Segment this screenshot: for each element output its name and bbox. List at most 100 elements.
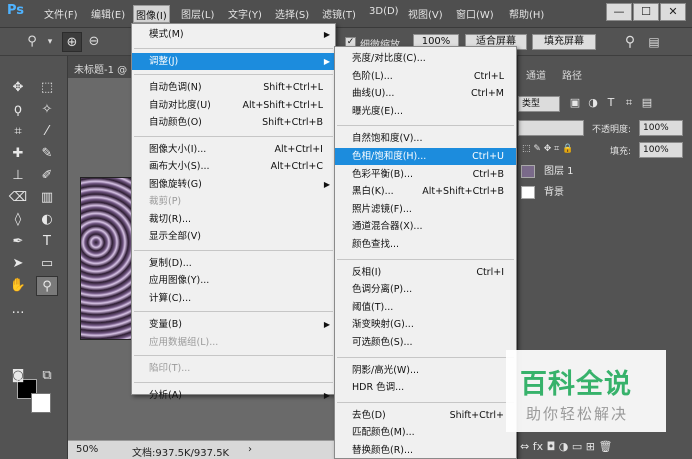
menu-8[interactable]: 视图(V): [406, 6, 445, 22]
image-menu-item-8[interactable]: 图像大小(I)... Alt+Ctrl+I: [132, 141, 335, 158]
chevron-down-icon[interactable]: ▾: [40, 32, 60, 52]
background-color-swatch[interactable]: [31, 393, 51, 413]
type-tool-icon[interactable]: T: [36, 232, 58, 252]
adjust-menu-item-13[interactable]: 反相(I) Ctrl+I: [335, 264, 516, 281]
lasso-tool-icon[interactable]: ϙ: [7, 100, 29, 120]
image-menu-item-6[interactable]: 自动颜色(O) Shift+Ctrl+B: [132, 114, 335, 131]
adjust-menu-item-11[interactable]: 颜色查找...: [335, 236, 516, 253]
blend-mode-select[interactable]: [518, 120, 584, 136]
image-menu-item-13[interactable]: 显示全部(V): [132, 228, 335, 245]
more-tools-icon[interactable]: …: [7, 300, 29, 320]
adjust-menu-item-3[interactable]: 曝光度(E)...: [335, 103, 516, 120]
quick-mask-icon[interactable]: ◙: [7, 366, 29, 386]
adjust-menu-item-23[interactable]: 匹配颜色(M)...: [335, 424, 516, 441]
menu-2[interactable]: 图像(I): [133, 5, 170, 23]
image-menu-item-0[interactable]: 模式(M) ▶: [132, 26, 335, 43]
menu-6[interactable]: 滤镜(T): [320, 6, 358, 22]
menu-1[interactable]: 编辑(E): [89, 6, 127, 22]
maximize-button[interactable]: ☐: [633, 3, 659, 21]
layer-row-1[interactable]: 图层 1: [518, 162, 692, 181]
fill-screen-button[interactable]: 填充屏幕: [532, 34, 596, 50]
adjust-menu-item-22[interactable]: 去色(D) Shift+Ctrl+: [335, 407, 516, 424]
fill-input[interactable]: 100%: [639, 142, 683, 158]
brush-tool-icon[interactable]: ✎: [36, 144, 58, 164]
image-menu-item-12[interactable]: 裁切(R)...: [132, 211, 335, 228]
adjustment-filter-icon[interactable]: ◑: [586, 96, 600, 109]
magic-wand-icon[interactable]: ✧: [36, 100, 58, 120]
menu-7[interactable]: 3D(D): [367, 6, 401, 22]
document-tab[interactable]: 未标题-1 @: [68, 56, 138, 78]
adjust-menu-item-17[interactable]: 可选颜色(S)...: [335, 334, 516, 351]
image-menu-item-24[interactable]: 分析(A) ▶: [132, 387, 335, 404]
image-menu-item-15[interactable]: 复制(D)...: [132, 255, 335, 272]
menu-10[interactable]: 帮助(H): [507, 6, 546, 22]
adjust-menu-item-15[interactable]: 阈值(T)...: [335, 299, 516, 316]
path-selection-icon[interactable]: ➤: [7, 254, 29, 274]
image-menu-item-9[interactable]: 画布大小(S)... Alt+Ctrl+C: [132, 158, 335, 175]
zoom-tool-icon[interactable]: ⚲: [22, 32, 42, 52]
kind-filter-select[interactable]: 类型: [518, 96, 560, 112]
adjust-menu-item-1[interactable]: 色阶(L)... Ctrl+L: [335, 68, 516, 85]
adjust-menu-item-0[interactable]: 亮度/对比度(C)...: [335, 50, 516, 67]
rectangle-tool-icon[interactable]: ▭: [36, 254, 58, 274]
adjust-menu-item-5[interactable]: 自然饱和度(V)...: [335, 130, 516, 147]
screen-mode-icon[interactable]: ⧉: [36, 366, 58, 386]
image-menu-item-4[interactable]: 自动色调(N) Shift+Ctrl+L: [132, 79, 335, 96]
image-filter-icon[interactable]: ▣: [568, 96, 582, 109]
adjust-menu-item-6[interactable]: 色相/饱和度(H)... Ctrl+U: [335, 148, 516, 165]
image-menu-item-5[interactable]: 自动对比度(U) Alt+Shift+Ctrl+L: [132, 97, 335, 114]
image-menu-item-10[interactable]: 图像旋转(G) ▶: [132, 176, 335, 193]
hand-tool-icon[interactable]: ✋: [7, 276, 29, 296]
eraser-tool-icon[interactable]: ⌫: [7, 188, 29, 208]
blur-tool-icon[interactable]: ◊: [7, 210, 29, 230]
layer-row-background[interactable]: 背景: [518, 183, 692, 202]
image-menu-item-19[interactable]: 变量(B) ▶: [132, 316, 335, 333]
adjust-menu-item-14[interactable]: 色调分离(P)...: [335, 281, 516, 298]
eyedropper-icon[interactable]: ⁄: [36, 122, 58, 142]
image-menu-item-20: 应用数据组(L)...: [132, 334, 335, 351]
search-icon[interactable]: ⚲: [620, 32, 640, 52]
minimize-button[interactable]: —: [606, 3, 632, 21]
healing-brush-icon[interactable]: ✚: [7, 144, 29, 164]
tab-channels[interactable]: 通道: [526, 67, 546, 87]
menu-0[interactable]: 文件(F): [42, 6, 80, 22]
adjust-menu-item-19[interactable]: 阴影/高光(W)...: [335, 362, 516, 379]
adjust-menu-item-8[interactable]: 黑白(K)... Alt+Shift+Ctrl+B: [335, 183, 516, 200]
tab-paths[interactable]: 路径: [562, 67, 582, 87]
layer-thumbnail: [521, 186, 535, 199]
image-menu-item-17[interactable]: 计算(C)...: [132, 290, 335, 307]
zoom-out-icon[interactable]: ⊖: [84, 32, 104, 52]
zoom-in-icon[interactable]: ⊕: [62, 32, 82, 52]
menu-separator: [337, 125, 514, 127]
move-tool-icon[interactable]: ✥: [7, 78, 29, 98]
dodge-tool-icon[interactable]: ◐: [36, 210, 58, 230]
adjust-menu-item-2[interactable]: 曲线(U)... Ctrl+M: [335, 85, 516, 102]
pen-tool-icon[interactable]: ✒: [7, 232, 29, 252]
status-arrow-icon[interactable]: ›: [248, 444, 252, 455]
opacity-input[interactable]: 100%: [639, 120, 683, 136]
image-menu-item-2[interactable]: 调整(J) ▶: [132, 52, 335, 70]
menu-9[interactable]: 窗口(W): [454, 6, 496, 22]
zoom-tool-icon[interactable]: ⚲: [36, 276, 58, 296]
workspace-icon[interactable]: ▤: [644, 32, 664, 52]
adjust-menu-item-10[interactable]: 通道混合器(X)...: [335, 218, 516, 235]
type-filter-icon[interactable]: T: [604, 96, 618, 109]
menu-item-label: 应用数据组(L)...: [149, 336, 219, 348]
clone-stamp-icon[interactable]: ⊥: [7, 166, 29, 186]
menu-5[interactable]: 选择(S): [273, 6, 311, 22]
crop-tool-icon[interactable]: ⌗: [7, 122, 29, 142]
close-button[interactable]: ✕: [660, 3, 686, 21]
adjust-menu-item-7[interactable]: 色彩平衡(B)... Ctrl+B: [335, 166, 516, 183]
adjust-menu-item-16[interactable]: 渐变映射(G)...: [335, 316, 516, 333]
image-menu-item-16[interactable]: 应用图像(Y)...: [132, 272, 335, 289]
menu-3[interactable]: 图层(L): [179, 6, 216, 22]
adjust-menu-item-9[interactable]: 照片滤镜(F)...: [335, 201, 516, 218]
adjust-menu-item-24[interactable]: 替换颜色(R)...: [335, 442, 516, 459]
marquee-tool-icon[interactable]: ⬚: [36, 78, 58, 98]
smart-object-filter-icon[interactable]: ▤: [640, 96, 654, 109]
menu-4[interactable]: 文字(Y): [226, 6, 264, 22]
adjust-menu-item-20[interactable]: HDR 色调...: [335, 379, 516, 396]
shape-filter-icon[interactable]: ⌗: [622, 96, 636, 110]
gradient-tool-icon[interactable]: ▥: [36, 188, 58, 208]
history-brush-icon[interactable]: ✐: [36, 166, 58, 186]
